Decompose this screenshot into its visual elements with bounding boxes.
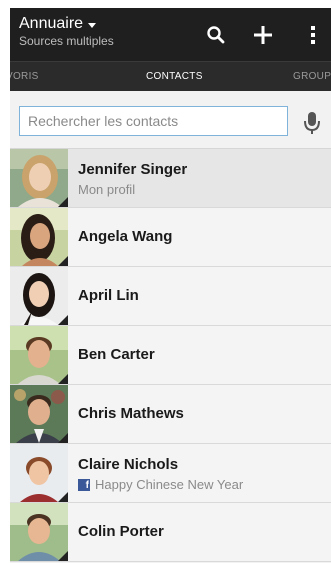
tab-contacts[interactable]: CONTACTS (146, 62, 203, 91)
app-title: Annuaire (19, 14, 114, 34)
contact-name: Claire Nichols (78, 456, 179, 473)
search-input[interactable] (19, 106, 288, 136)
tab-bar: VORIS CONTACTS GROUPE (10, 61, 331, 91)
contacts-screen: Annuaire Sources multiples ORIS CONTACTS… (10, 8, 331, 563)
search-button[interactable] (202, 21, 230, 49)
facebook-icon: f (78, 478, 90, 491)
search-row (10, 91, 331, 149)
tab-groups[interactable]: GROUPE (293, 62, 331, 91)
contact-row-claire-nichols[interactable]: Claire Nichols f Happy Chinese New Year (10, 444, 331, 503)
avatar (10, 149, 68, 207)
contact-name: Ben Carter (78, 346, 155, 363)
avatar (10, 326, 68, 384)
profile-label: Mon profil (78, 182, 136, 197)
contact-name: Jennifer Singer (78, 161, 188, 178)
dropdown-caret-icon (88, 22, 97, 28)
contact-row-april-lin[interactable]: April Lin (10, 267, 331, 326)
avatar (10, 267, 68, 325)
status-text: Happy Chinese New Year (95, 477, 244, 492)
contact-name: Chris Mathews (78, 405, 184, 422)
search-icon (207, 26, 225, 44)
contact-row-chris-mathews[interactable]: Chris Mathews (10, 385, 331, 444)
contact-name: Colin Porter (78, 523, 164, 540)
contact-name: April Lin (78, 287, 139, 304)
contact-subtitle: Mon profil (78, 182, 135, 197)
contact-row-ben-carter[interactable]: Ben Carter (10, 326, 331, 385)
contact-row-colin-porter[interactable]: Colin Porter (10, 503, 331, 562)
app-subtitle: Sources multiples (19, 34, 114, 48)
contact-list: Jennifer Singer Mon profil Angela Wang A… (10, 149, 331, 562)
avatar (10, 385, 68, 443)
contact-status: f Happy Chinese New Year (78, 477, 243, 492)
avatar (10, 444, 68, 502)
tab-favorites[interactable]: VORIS (10, 62, 39, 91)
contact-row-angela-wang[interactable]: Angela Wang (10, 208, 331, 267)
microphone-icon (304, 112, 320, 134)
directory-selector[interactable]: Annuaire Sources multiples (19, 14, 114, 49)
add-contact-button[interactable] (249, 21, 277, 49)
voice-search-button[interactable] (303, 111, 321, 135)
plus-icon (254, 26, 272, 44)
avatar (10, 208, 68, 266)
more-options-button[interactable] (299, 21, 327, 49)
action-bar: Annuaire Sources multiples (10, 8, 331, 61)
avatar (10, 503, 68, 561)
overflow-menu-icon (311, 26, 315, 44)
contact-row-jennifer-singer[interactable]: Jennifer Singer Mon profil (10, 149, 331, 208)
app-title-text: Annuaire (19, 15, 84, 32)
contact-name: Angela Wang (78, 228, 173, 245)
